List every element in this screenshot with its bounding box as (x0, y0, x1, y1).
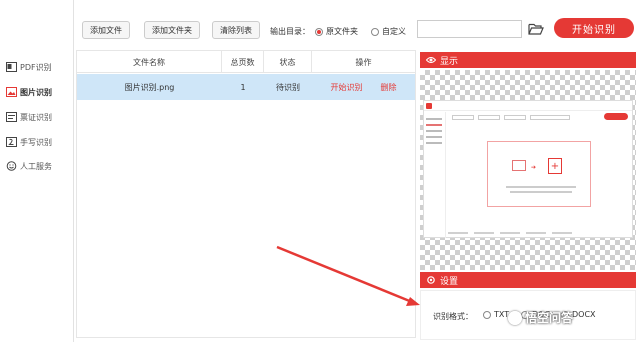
thumb-image-icon (512, 160, 526, 171)
thumb-nav-line (426, 124, 442, 126)
watermark-text: 悟空问答 (525, 311, 574, 325)
thumb-text-line (510, 191, 572, 193)
column-header-pages: 总页数 (222, 51, 264, 73)
format-label: 识别格式： (433, 312, 473, 321)
watermark: 悟空问答 (508, 309, 573, 326)
radio-checked-icon (315, 27, 323, 36)
actions-cell: 开始识别 删除 (312, 74, 415, 100)
add-folder-button[interactable]: 添加文件夹 (144, 21, 200, 39)
thumb-button (504, 115, 526, 120)
pdf-icon (6, 62, 17, 72)
radio-label: TXT (494, 310, 510, 319)
radio-source-folder[interactable]: 原文件夹 (315, 26, 358, 37)
thumb-plus-icon: + (548, 158, 562, 174)
ticket-icon (6, 112, 17, 122)
thumb-footer (448, 227, 628, 234)
sidebar-item-handwriting[interactable]: 手写识别 (6, 135, 52, 149)
thumb-button (452, 115, 474, 120)
clear-list-button[interactable]: 清除列表 (212, 21, 260, 39)
sidebar-item-label: 图片识别 (20, 87, 52, 97)
start-recognition-button[interactable]: 开始识别 (554, 18, 634, 38)
table-header: 文件名称 总页数 状态 操作 (77, 51, 415, 73)
sidebar: PDF识别 图片识别 票证识别 手写识别 人工服务 (0, 0, 74, 342)
smiley-icon (6, 161, 17, 171)
column-header-actions: 操作 (355, 57, 372, 67)
column-header-status: 状态 (264, 51, 312, 73)
table-row[interactable]: 图片识别.png 1 待识别 开始识别 删除 (77, 74, 415, 100)
thumb-text-line (506, 186, 576, 188)
radio-label: DOCX (572, 310, 596, 319)
radio-unchecked-icon (483, 310, 491, 319)
column-header-name: 文件名称 (77, 51, 222, 73)
eye-icon (426, 55, 436, 65)
thumb-button (478, 115, 500, 120)
sidebar-item-ticket[interactable]: 票证识别 (6, 110, 52, 124)
thumb-sidebar (424, 112, 446, 238)
sidebar-item-service[interactable]: 人工服务 (6, 159, 52, 173)
status-cell: 待识别 (276, 82, 300, 92)
sidebar-item-label: PDF识别 (20, 62, 52, 72)
row-delete-link[interactable]: 删除 (381, 82, 397, 93)
thumb-nav-line (426, 130, 442, 132)
row-start-link[interactable]: 开始识别 (331, 82, 363, 93)
image-icon (6, 87, 17, 97)
sidebar-item-label: 人工服务 (20, 161, 52, 171)
radio-label: 原文件夹 (326, 27, 358, 36)
thumb-drop-zone: ➔ + (487, 141, 591, 207)
file-name-cell: 图片识别.png (124, 82, 175, 92)
preview-title: 显示 (440, 56, 459, 67)
app-window: PDF识别 图片识别 票证识别 手写识别 人工服务 添加文件 添加文件夹 清除列… (0, 0, 640, 342)
settings-title: 设置 (440, 276, 459, 287)
thumb-arrow-icon: ➔ (531, 164, 537, 171)
thumb-logo (426, 103, 432, 109)
watermark-logo-icon (508, 310, 522, 325)
sidebar-item-label: 手写识别 (20, 137, 52, 147)
thumb-nav-line (426, 118, 442, 120)
output-label: 输出目录： (270, 27, 310, 36)
add-file-button[interactable]: 添加文件 (82, 21, 130, 39)
file-table: 文件名称 总页数 状态 操作 图片识别.png 1 待识别 开始识别 删除 (76, 50, 416, 338)
sidebar-item-pdf[interactable]: PDF识别 (6, 60, 52, 74)
thumb-start-button (604, 113, 628, 120)
pages-cell: 1 (240, 82, 246, 92)
preview-area: ➔ + (420, 70, 636, 270)
toolbar: 添加文件 添加文件夹 清除列表 输出目录： 原文件夹 自定义 开始识别 (74, 4, 640, 48)
output-path-input[interactable] (417, 20, 522, 38)
radio-label: 自定义 (382, 27, 406, 36)
sidebar-item-label: 票证识别 (20, 112, 52, 122)
radio-unchecked-icon (371, 27, 379, 36)
thumb-nav-line (426, 136, 442, 138)
preview-panel-header: 显示 (420, 52, 636, 68)
settings-panel-header: 设置 (420, 272, 636, 288)
browse-folder-button[interactable] (526, 20, 546, 38)
preview-thumbnail: ➔ + (423, 100, 633, 238)
thumb-nav-line (426, 142, 442, 144)
gear-icon (426, 275, 436, 285)
folder-icon (528, 23, 544, 35)
thumb-header (424, 101, 632, 111)
thumb-input (530, 115, 570, 120)
format-radio-txt[interactable]: TXT (483, 310, 509, 319)
handwriting-icon (6, 137, 17, 147)
sidebar-item-image[interactable]: 图片识别 (6, 85, 52, 99)
radio-custom[interactable]: 自定义 (371, 26, 406, 37)
